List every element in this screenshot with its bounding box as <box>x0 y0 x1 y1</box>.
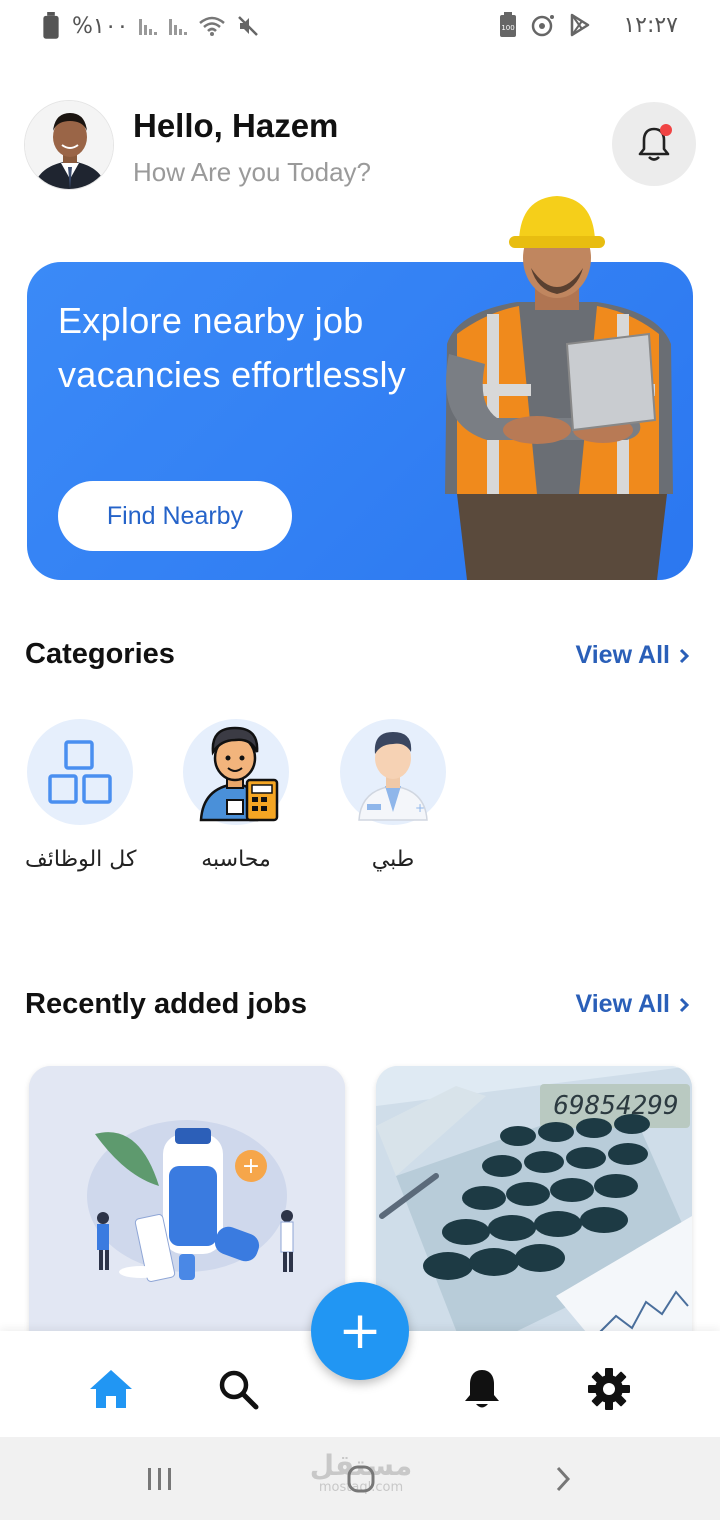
categories-title: Categories <box>25 638 175 670</box>
job-card[interactable]: + <box>29 1066 345 1356</box>
view-all-label: View All <box>575 641 670 669</box>
find-nearby-button[interactable]: Find Nearby <box>58 481 292 551</box>
category-medical[interactable]: + طبي <box>338 719 448 872</box>
category-accounting[interactable]: محاسبه <box>181 719 291 872</box>
greeting-title: Hello, Hazem <box>133 107 339 144</box>
svg-text:+: + <box>242 1154 260 1179</box>
recents-button[interactable] <box>145 1459 175 1499</box>
nav-home[interactable] <box>87 1365 135 1413</box>
add-job-fab[interactable]: + <box>311 1282 409 1380</box>
category-label: محاسبه <box>201 847 271 872</box>
recent-jobs-title: Recently added jobs <box>25 988 308 1020</box>
status-bar: %١٠٠ 100 ١٢:٢٧ <box>0 0 720 56</box>
categories-view-all[interactable]: View All <box>576 641 690 670</box>
record-icon <box>532 15 555 37</box>
worker-image <box>445 196 673 580</box>
unread-dot <box>660 124 672 136</box>
nav-notifications[interactable] <box>458 1365 506 1413</box>
category-all-jobs[interactable]: كل الوظائف <box>25 719 137 872</box>
home-system-button[interactable] <box>344 1459 378 1499</box>
promo-banner: Explore nearby job vacancies effortlessl… <box>27 196 693 580</box>
home-icon <box>90 1370 132 1408</box>
view-all-label: View All <box>575 990 670 1018</box>
plus-icon: + <box>338 1301 382 1361</box>
category-label: كل الوظائف <box>25 847 137 872</box>
play-store-icon <box>571 13 590 37</box>
system-nav-bar: مستقل mostaql.com <box>0 1437 720 1520</box>
greeting-subtitle: How Are you Today? <box>133 157 371 187</box>
category-icon-wrap <box>183 719 289 825</box>
calculator-display: 69854299 <box>553 1091 678 1121</box>
status-left: %١٠٠ <box>40 12 260 40</box>
accountant-icon <box>199 726 279 822</box>
category-icon-wrap: + <box>340 719 446 825</box>
recents-icon <box>148 1468 171 1490</box>
pharmacy-illustration: + <box>29 1066 345 1356</box>
grid-icon <box>48 740 112 804</box>
signal-icon <box>169 19 188 35</box>
status-right: 100 ١٢:٢٧ <box>499 12 678 38</box>
chevron-right-icon <box>679 648 690 663</box>
battery-percent: %١٠٠ <box>72 13 129 39</box>
search-icon <box>219 1370 259 1410</box>
avatar[interactable] <box>24 100 114 190</box>
nav-settings[interactable] <box>585 1365 633 1413</box>
category-label: طبي <box>371 847 415 872</box>
notification-button[interactable] <box>612 102 696 186</box>
category-icon-wrap <box>27 719 133 825</box>
recent-jobs-view-all[interactable]: View All <box>576 990 690 1019</box>
chevron-right-icon <box>556 1466 571 1492</box>
wifi-icon <box>199 16 226 36</box>
mute-icon <box>238 16 259 36</box>
chevron-right-icon <box>679 997 690 1012</box>
svg-text:+: + <box>415 801 425 815</box>
nav-search[interactable] <box>214 1365 262 1413</box>
signal-icon <box>139 19 158 35</box>
svg-text:100: 100 <box>502 24 515 32</box>
home-circle-icon <box>347 1465 375 1493</box>
doctor-icon: + <box>358 732 428 821</box>
status-time: ١٢:٢٧ <box>623 12 678 38</box>
notifications-icon <box>465 1370 499 1408</box>
job-card[interactable]: 69854299 <box>376 1066 692 1356</box>
avatar-image <box>25 101 113 189</box>
calculator-photo: 69854299 <box>376 1066 692 1356</box>
battery-saver-icon: 100 <box>500 12 517 37</box>
banner-headline: Explore nearby job vacancies effortlessl… <box>58 300 407 395</box>
back-button[interactable] <box>548 1459 578 1499</box>
battery-icon <box>43 12 59 39</box>
settings-icon <box>588 1368 630 1410</box>
